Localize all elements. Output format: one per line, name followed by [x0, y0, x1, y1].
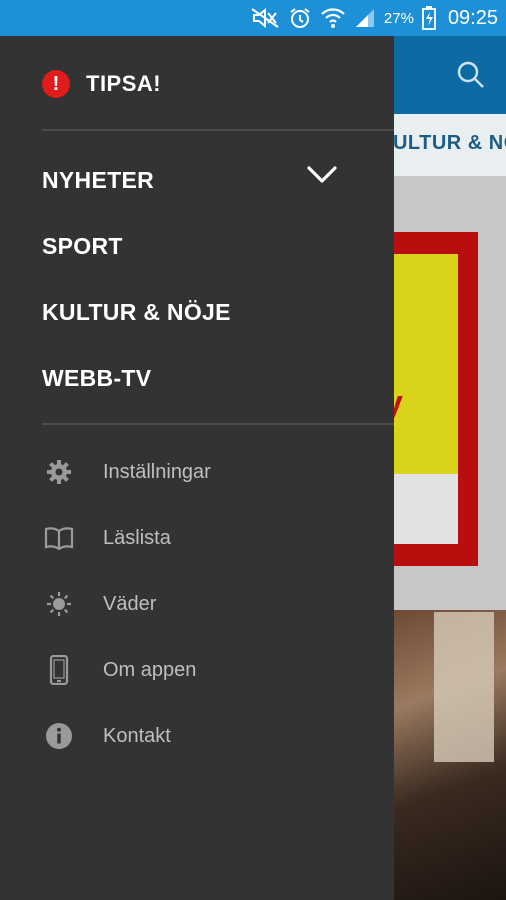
menu-item-installningar[interactable]: Inställningar [42, 452, 382, 492]
alarm-icon [288, 6, 312, 30]
wifi-icon [320, 6, 346, 30]
section-nyheter[interactable]: NYHETER [42, 162, 154, 198]
menu-label: Om appen [103, 658, 197, 681]
battery-charging-icon [422, 6, 436, 30]
ad-white-panel [394, 474, 458, 544]
ad-yellow-panel [394, 254, 458, 474]
search-icon[interactable] [456, 60, 486, 95]
divider [42, 129, 394, 131]
menu-label: Inställningar [103, 460, 211, 483]
battery-percent: 27% [383, 9, 414, 27]
section-sport[interactable]: SPORT [42, 228, 123, 264]
navigation-drawer: ! TIPSA! NYHETER SPORT KULTUR & NÖJE WEB… [0, 36, 394, 900]
ad-letter: y [394, 384, 403, 423]
signal-icon [354, 7, 376, 29]
info-icon [42, 719, 76, 753]
tipsa-label: TIPSA! [86, 71, 162, 96]
article-photo-window [434, 612, 494, 762]
section-webb-tv[interactable]: WEBB-TV [42, 360, 151, 396]
mute-icon [250, 7, 280, 29]
tipsa-button[interactable]: ! TIPSA! [42, 66, 161, 102]
section-kultur-noje[interactable]: KULTUR & NÖJE [42, 294, 231, 330]
menu-label: Läslista [103, 526, 171, 549]
background-app: KULTUR & NÖJE y [394, 36, 506, 900]
sun-icon [42, 587, 76, 621]
clock: 09:25 [447, 6, 498, 29]
gear-icon [42, 455, 76, 489]
divider [42, 423, 394, 425]
menu-item-laslista[interactable]: Läslista [42, 518, 382, 558]
menu-label: Väder [103, 592, 157, 615]
status-icons: 27% 09:25 [250, 0, 498, 36]
app-tab-kultur[interactable]: KULTUR & NÖJE [394, 132, 506, 155]
phone-icon [42, 653, 76, 687]
chevron-down-icon[interactable] [306, 164, 338, 191]
status-bar: 27% 09:25 [0, 0, 506, 36]
menu-item-om-appen[interactable]: Om appen [42, 650, 382, 690]
menu-item-vader[interactable]: Väder [42, 584, 382, 624]
alert-icon: ! [42, 70, 70, 98]
menu-item-kontakt[interactable]: Kontakt [42, 716, 382, 756]
app-toolbar [394, 36, 506, 114]
menu-label: Kontakt [103, 724, 171, 747]
book-icon [42, 521, 76, 555]
